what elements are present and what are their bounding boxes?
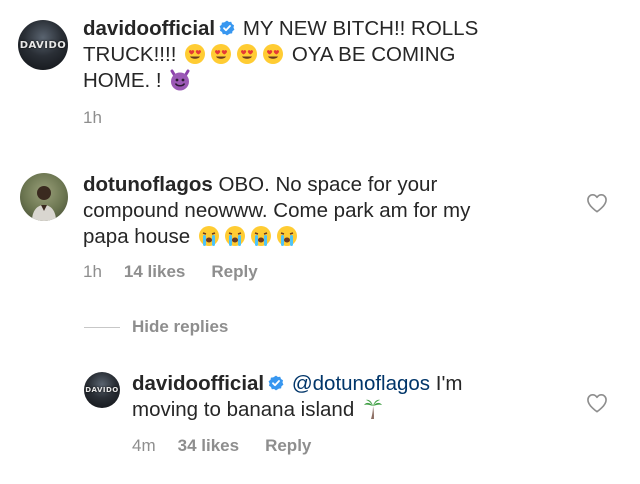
comment-line-3: papa house [83, 225, 191, 248]
avatar-logo-text: DAVIDO [85, 386, 119, 394]
caption-text-2: TRUCK!!!! [83, 43, 177, 66]
comment-text: dotunoflagos OBO. No space for your comp… [83, 172, 553, 250]
palm-tree-emoji [363, 399, 382, 419]
avatar-logo-text: DAVIDO [19, 39, 67, 51]
comment-reply-button[interactable]: Reply [211, 262, 257, 282]
caption-text-3: OYA BE COMING [291, 43, 456, 66]
loudly-crying-face-emoji [224, 226, 245, 246]
post-author-avatar[interactable]: DAVIDO [18, 20, 68, 70]
loudly-crying-face-emoji [276, 226, 297, 246]
verified-badge-icon [268, 375, 284, 391]
replies-divider [84, 327, 120, 328]
comment-timestamp: 1h [83, 262, 102, 281]
comment-like-heart-icon[interactable] [586, 193, 608, 213]
post-author-username[interactable]: davidoofficial [83, 17, 215, 40]
comment-meta: 1h 14 likes Reply [83, 262, 258, 282]
person-photo-icon [32, 186, 56, 221]
reply-text: davidoofficial @dotunoflagos I'm moving … [132, 371, 552, 423]
reply-line-2: moving to banana island [132, 398, 355, 421]
commenter-username[interactable]: dotunoflagos [83, 173, 213, 196]
heart-eyes-emoji [211, 44, 232, 64]
reply-line-1: I'm [430, 372, 463, 395]
smiling-devil-emoji [170, 69, 190, 91]
reply-reply-button[interactable]: Reply [265, 436, 311, 456]
caption-text-1: MY NEW BITCH!! ROLLS [242, 17, 479, 40]
comment-line-2: compound neowww. Come park am for my [83, 199, 471, 222]
reply-meta: 4m 34 likes Reply [132, 436, 311, 456]
commenter-avatar[interactable] [20, 173, 68, 221]
comment-line-1: OBO. No space for your [218, 173, 438, 196]
verified-badge-icon [219, 20, 235, 36]
hide-replies-button[interactable]: Hide replies [132, 317, 228, 337]
reply-like-heart-icon[interactable] [586, 393, 608, 413]
caption-text-4: HOME. ! [83, 69, 162, 92]
reply-mention-link[interactable]: @dotunoflagos [292, 372, 430, 395]
reply-author-username[interactable]: davidoofficial [132, 372, 264, 395]
reply-likes-count[interactable]: 34 likes [178, 436, 239, 456]
post-caption: davidoofficial MY NEW BITCH!! ROLLS TRUC… [83, 16, 523, 94]
loudly-crying-face-emoji [198, 226, 219, 246]
reply-author-avatar[interactable]: DAVIDO [84, 372, 120, 408]
heart-eyes-emoji [185, 44, 206, 64]
post-meta: 1h [83, 108, 124, 128]
heart-eyes-emoji [237, 44, 258, 64]
heart-eyes-emoji [263, 44, 284, 64]
reply-timestamp: 4m [132, 436, 156, 455]
comment-likes-count[interactable]: 14 likes [124, 262, 185, 282]
loudly-crying-face-emoji [250, 226, 271, 246]
post-timestamp: 1h [83, 108, 102, 127]
